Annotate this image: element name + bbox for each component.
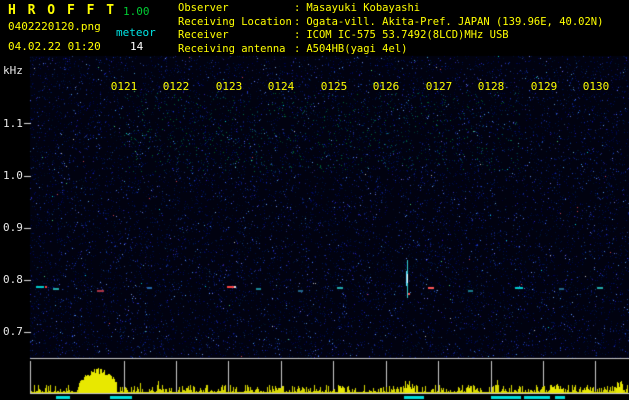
y-tick-label: 1.0 [3,169,23,182]
info-colon: : [294,15,301,28]
y-tick-label: 0.8 [3,273,23,286]
x-tick-label: 0129 [530,80,558,93]
x-tick-label: 0121 [110,80,138,93]
x-tick-label: 0122 [162,80,190,93]
y-tick-label: 0.7 [3,325,23,338]
x-tick-label: 0126 [372,80,400,93]
datetime-label: 04.02.22 01:20 [8,40,101,53]
info-label: Receiving Location [178,15,292,28]
echo-count: 14 [130,40,144,53]
output-filename: 0402220120.png [8,20,101,33]
x-tick-label: 0128 [477,80,505,93]
info-value: Ogata-vill. Akita-Pref. JAPAN (139.96E, … [306,15,604,28]
y-axis-unit-label: kHz [3,64,23,77]
info-colon: : [294,42,301,55]
mode-label: meteor [116,26,156,39]
x-tick-label: 0123 [215,80,243,93]
info-row-observer: Observer: Masayuki Kobayashi [178,2,603,16]
station-info: Observer: Masayuki Kobayashi Receiving Lo… [178,2,603,56]
y-tick-label: 0.9 [3,221,23,234]
y-tick-label: 1.1 [3,117,23,130]
info-row-antenna: Receiving antenna: A504HB(yagi 4el) [178,43,603,57]
app-title: H R O F F T [8,3,117,18]
x-tick-label: 0125 [320,80,348,93]
info-label: Observer [178,2,229,14]
x-tick-label: 0130 [582,80,610,93]
info-value: A504HB(yagi 4el) [306,42,408,55]
app-version: 1.00 [123,5,150,18]
spectrogram-canvas [0,0,629,400]
info-label: Receiver [178,29,229,41]
hrofft-app-window: H R O F F T 1.00 0402220120.png meteor 0… [0,0,629,400]
x-tick-label: 0124 [267,80,295,93]
info-value: Masayuki Kobayashi [306,2,421,14]
x-tick-label: 0127 [425,80,453,93]
info-row-receiver: Receiver: ICOM IC-575 53.7492(8LCD)MHz US… [178,29,603,43]
info-colon: : [294,2,301,14]
info-row-location: Receiving Location: Ogata-vill. Akita-Pre… [178,16,603,30]
info-value: ICOM IC-575 53.7492(8LCD)MHz USB [306,29,509,41]
info-label: Receiving antenna [178,42,286,55]
info-colon: : [294,29,301,41]
